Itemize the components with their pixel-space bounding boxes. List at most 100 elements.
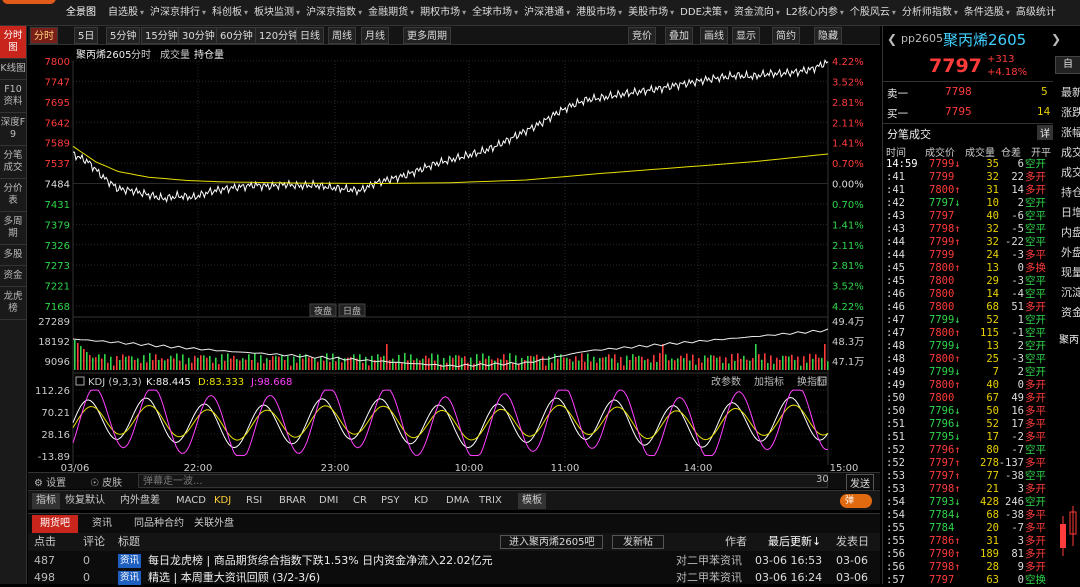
indicator-button[interactable]: 内外盘差 <box>120 493 160 509</box>
indicator-button[interactable]: TRIX <box>479 493 502 509</box>
left-tab-6[interactable]: 多周期 <box>0 212 26 245</box>
news-title[interactable]: 每日龙虎榜 | 商品期货综合指数下跌1.53% 日内资金净流入22.02亿元 <box>148 552 493 570</box>
news-tag: 资讯 <box>118 571 142 585</box>
volume-bar <box>590 361 592 370</box>
tool-button[interactable]: 叠加 <box>665 27 693 44</box>
left-tab-7[interactable]: 多股 <box>0 245 26 266</box>
period-button[interactable]: 15分钟 <box>141 27 182 44</box>
indicator-button[interactable]: PSY <box>381 493 400 509</box>
trades-detail-button[interactable]: 详 <box>1037 125 1053 140</box>
top-nav-item[interactable]: 个股风云 <box>844 0 896 25</box>
period-button[interactable]: 更多周期 <box>403 27 451 44</box>
top-nav-item[interactable]: 沪深港通 <box>518 0 570 25</box>
top-nav-item[interactable]: 自选股 <box>102 0 144 25</box>
danmaku-toggle[interactable]: 弹 <box>840 494 872 508</box>
top-nav-item[interactable]: 全景图 <box>60 0 102 25</box>
indicator-button[interactable]: KD <box>414 493 428 509</box>
news-tab-1[interactable]: 资讯 <box>84 515 120 533</box>
volume-bar <box>689 360 691 370</box>
news-row[interactable]: 487 0 资讯 每日龙虎榜 | 商品期货综合指数下跌1.53% 日内资金净流入22.… <box>28 552 880 570</box>
news-tab-2[interactable]: 同品种合约 <box>126 515 192 533</box>
indicator-button[interactable]: MACD <box>176 493 206 509</box>
tool-button[interactable]: 竞价 <box>628 27 656 44</box>
left-tab-8[interactable]: 资金 <box>0 266 26 287</box>
period-button[interactable]: 周线 <box>328 27 356 44</box>
y-tick-label: 7326 <box>45 241 70 252</box>
indicator-button[interactable]: 恢复默认 <box>65 493 105 509</box>
top-nav-item[interactable]: 金融期货 <box>362 0 414 25</box>
left-tab-0[interactable]: 分时图 <box>0 26 26 59</box>
add-favorite-button[interactable]: 自 <box>1055 56 1080 74</box>
indicator-button[interactable]: DMI <box>319 493 338 509</box>
volume-bar <box>113 365 115 370</box>
news-column-header: 评论 <box>83 535 105 548</box>
tool-button[interactable]: 显示 <box>732 27 760 44</box>
danmaku-input[interactable]: 弹幕走一波... <box>138 474 828 488</box>
period-button[interactable]: 30分钟 <box>178 27 219 44</box>
back-icon[interactable]: ❮ <box>887 32 897 46</box>
trade-t: :43 <box>886 210 905 222</box>
period-button[interactable]: 5分钟 <box>106 27 141 44</box>
news-title[interactable]: 精选 | 本周重大资讯回顾 (3/2-3/6) <box>148 569 320 587</box>
top-nav-item[interactable]: 高级统计 <box>1010 0 1062 25</box>
volume-bar <box>650 362 652 370</box>
indicator-button[interactable]: RSI <box>246 493 262 509</box>
indicator-button[interactable]: CR <box>353 493 367 509</box>
volume-bar <box>632 354 634 370</box>
indicator-button[interactable]: KDJ <box>214 493 231 509</box>
chart-area[interactable]: 聚丙烯2605 分时 成交量 持仓量 7800 4.22% 7747 3.52% 7695 2.8… <box>28 45 880 475</box>
top-nav-item[interactable]: 港股市场 <box>570 0 622 25</box>
period-button[interactable]: 60分钟 <box>216 27 257 44</box>
top-nav-item[interactable]: 条件选股 <box>958 0 1010 25</box>
news-row[interactable]: 498 0 资讯 精选 | 本周重大资讯回顾 (3/2-3/6) 对二甲苯资讯 03-06… <box>28 569 880 587</box>
news-tab-0[interactable]: 期货吧 <box>32 515 78 533</box>
top-nav-item[interactable]: 科创板 <box>206 0 248 25</box>
tool-button[interactable]: 画线 <box>700 27 728 44</box>
news-tab-3[interactable]: 关联外盘 <box>186 515 242 533</box>
top-nav-item[interactable]: L2核心内参 <box>780 0 844 25</box>
chart-svg[interactable]: 聚丙烯2605 分时 成交量 持仓量 7800 4.22% 7747 3.52% 7695 2.8… <box>28 45 880 490</box>
trade-d: 0 <box>1017 574 1024 584</box>
top-nav-item[interactable]: DDE决策 <box>674 0 728 25</box>
indicator-button[interactable]: BRAR <box>279 493 306 509</box>
send-button[interactable]: 发送 <box>846 474 874 491</box>
left-tab-2[interactable]: F10资料 <box>0 80 26 113</box>
top-nav-item[interactable]: 全球市场 <box>466 0 518 25</box>
left-tab-1[interactable]: K线图 <box>0 59 26 80</box>
top-nav-item[interactable]: 美股市场 <box>622 0 674 25</box>
top-nav-item[interactable]: 期权市场 <box>414 0 466 25</box>
indicator-button[interactable]: 模板 <box>518 493 546 509</box>
news-clicks: 487 <box>34 554 55 567</box>
volume-bar <box>644 360 646 370</box>
trade-row: :57 7797 63 0 空换 <box>883 574 1053 584</box>
forward-icon[interactable]: ❯ <box>1051 32 1061 46</box>
left-tab-4[interactable]: 分笔成交 <box>0 146 26 179</box>
period-button[interactable]: 分时 <box>30 27 58 44</box>
indicator-button[interactable]: 指标 <box>32 493 60 509</box>
volume-bar <box>815 354 817 370</box>
tool-button[interactable]: 隐藏 <box>814 27 842 44</box>
trades-header: 时间 成交价 成交量 仓差 开平 <box>883 144 1053 159</box>
tool-button[interactable]: 简约 <box>772 27 800 44</box>
left-tab-9[interactable]: 龙虎榜 <box>0 287 26 320</box>
top-nav-item[interactable]: 分析师指数 <box>896 0 958 25</box>
skin-button[interactable]: ☉ 皮肤 <box>90 474 122 489</box>
news-author: 对二甲苯资讯 <box>676 554 742 567</box>
settings-icon[interactable]: ⚙ 设置 <box>34 474 66 489</box>
left-tab-3[interactable]: 深度F9 <box>0 113 26 146</box>
top-nav-item[interactable]: 沪深京排行 <box>144 0 206 25</box>
period-button[interactable]: 5日 <box>74 27 99 44</box>
new-post-button[interactable]: 发新帖 <box>612 535 664 549</box>
period-button[interactable]: 月线 <box>361 27 389 44</box>
volume-bar <box>731 354 733 370</box>
top-nav-item[interactable]: 板块监测 <box>248 0 300 25</box>
indicator-button[interactable]: DMA <box>446 493 469 509</box>
top-nav-item[interactable]: 资金流向 <box>728 0 780 25</box>
top-nav-item[interactable]: 沪深京指数 <box>300 0 362 25</box>
left-tab-5[interactable]: 分价表 <box>0 179 26 212</box>
period-button[interactable]: 日线 <box>296 27 324 44</box>
news-column-header[interactable]: 最后更新↓ <box>768 533 821 551</box>
volume-bar <box>251 360 253 370</box>
enter-forum-button[interactable]: 进入聚丙烯2605吧 <box>500 535 604 549</box>
volume-bar <box>662 344 664 370</box>
